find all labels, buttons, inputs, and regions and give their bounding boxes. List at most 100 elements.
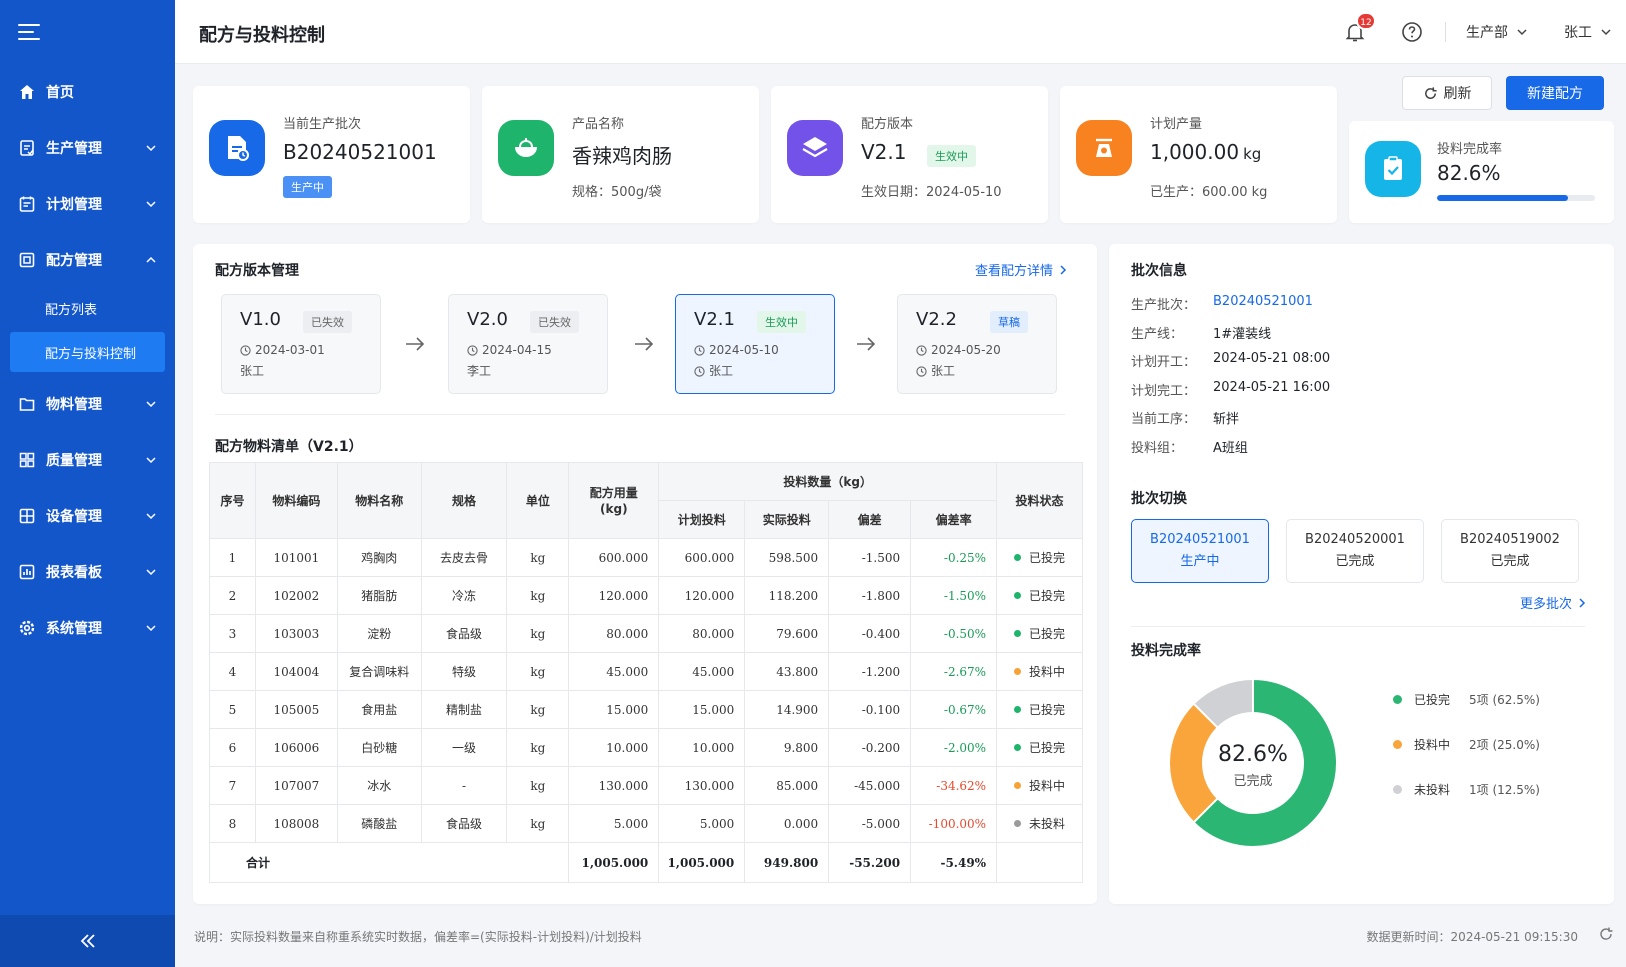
stat-value: 82.6% xyxy=(1437,161,1501,185)
cell-unit: kg xyxy=(506,576,570,615)
sidebar-menu: 首页 生产管理 计划管理 配方管理 xyxy=(0,64,175,288)
sidebar-item-material[interactable]: 物料管理 xyxy=(0,376,175,432)
chevron-down-icon xyxy=(146,457,156,464)
user-name: 张工 xyxy=(1564,25,1592,41)
feed-status: 已投完 xyxy=(1014,739,1065,756)
batch-switch-item[interactable]: B20240519002 已完成 xyxy=(1441,519,1579,583)
chevron-down-icon xyxy=(146,401,156,408)
legend-dot xyxy=(1393,740,1402,749)
legend-value: 1项 (12.5%) xyxy=(1469,783,1540,797)
info-value[interactable]: B20240521001 xyxy=(1213,294,1313,313)
sidebar-item-label: 报表看板 xyxy=(46,565,102,581)
version-author: 李工 xyxy=(467,361,589,381)
cell-dev: -0.200 xyxy=(828,728,912,767)
cell-seq: 2 xyxy=(209,576,256,615)
refresh-button[interactable]: 刷新 xyxy=(1402,76,1492,110)
settings-icon xyxy=(18,619,36,637)
donut-center-value: 82.6% xyxy=(1218,742,1288,767)
sidebar-item-report[interactable]: 报表看板 xyxy=(0,544,175,600)
collapse-sidebar-button[interactable] xyxy=(0,915,175,967)
bom-body: 1 101001 鸡胸肉 去皮去骨 kg 600.000 600.000 598.500 -1.… xyxy=(208,538,1083,883)
section-title: 批次信息 xyxy=(1131,263,1187,279)
sidebar-item-plan[interactable]: 计划管理 xyxy=(0,176,175,232)
sidebar-item-production[interactable]: 生产管理 xyxy=(0,120,175,176)
user-dropdown[interactable]: 张工 xyxy=(1564,22,1612,42)
stat-card-batch: 当前生产批次 B20240521001 生产中 xyxy=(193,86,470,223)
table-row: 4 104004 复合调味料 特级 kg 45.000 45.000 43.800 -1.200… xyxy=(209,652,1083,691)
sidebar-item-system[interactable]: 系统管理 xyxy=(0,600,175,656)
col-seq: 序号 xyxy=(209,462,256,539)
quality-icon xyxy=(18,451,36,469)
more-batches-link[interactable]: 更多批次 xyxy=(1520,593,1586,612)
department-dropdown[interactable]: 生产部 xyxy=(1466,22,1528,42)
version-card-v1-0[interactable]: V1.0 已失效 2024-03-01 张工 xyxy=(221,294,381,394)
cell-planned: 80.000 xyxy=(658,614,746,653)
version-card-v2-0[interactable]: V2.0 已失效 2024-04-15 李工 xyxy=(448,294,608,394)
col-planned: 计划投料 xyxy=(658,500,746,539)
refresh-label: 刷新 xyxy=(1443,86,1472,102)
notification-badge: 12 xyxy=(1356,12,1376,30)
status-badge: 生产中 xyxy=(283,176,332,198)
clipboard-check-icon xyxy=(1365,141,1421,197)
stat-sub: 规格：500g/袋 xyxy=(572,185,662,200)
batch-switch-item[interactable]: B20240520001 已完成 xyxy=(1286,519,1424,583)
info-value: 1#灌装线 xyxy=(1213,326,1272,342)
cell-actual: 9.800 xyxy=(744,728,830,767)
cell-actual: 598.500 xyxy=(744,538,830,577)
document-icon xyxy=(209,120,265,176)
version-card-v2-1[interactable]: V2.1 生效中 2024-05-10 张工 xyxy=(675,294,835,394)
chevron-up-icon xyxy=(146,256,156,263)
batch-info-row: 计划完工： 2024-05-21 16:00 xyxy=(1131,380,1330,399)
cell-dev: -0.400 xyxy=(828,614,912,653)
batch-status: 生产中 xyxy=(1180,554,1220,569)
cell-actual: 118.200 xyxy=(744,576,830,615)
data-update-time: 数据更新时间：2024-05-21 09:15:30 xyxy=(1366,930,1578,944)
info-key: 生产批次： xyxy=(1131,298,1197,313)
cell-unit: kg xyxy=(506,614,570,653)
cell-planned: 5.000 xyxy=(658,804,746,843)
cell-total-label: 合计 xyxy=(208,842,570,883)
cell-seq: 3 xyxy=(209,614,256,653)
version-card-v2-2[interactable]: V2.2 草稿 2024-05-20 张工 xyxy=(897,294,1057,394)
new-recipe-button[interactable]: 新建配方 xyxy=(1506,76,1604,110)
arrow-right-icon xyxy=(635,337,654,351)
notification-button[interactable]: 12 xyxy=(1343,12,1376,44)
help-icon[interactable] xyxy=(1401,21,1423,43)
version-date-text: 2024-05-10 xyxy=(709,343,779,357)
version-author: 张工 xyxy=(694,361,816,381)
cell-actual: 0.000 xyxy=(744,804,830,843)
sidebar-subitem-recipe-list[interactable]: 配方列表 xyxy=(10,288,165,328)
version-date: 2024-05-10 xyxy=(694,340,816,361)
table-row: 6 106006 白砂糖 一级 kg 10.000 10.000 9.800 -0.200 -2.… xyxy=(209,728,1083,767)
info-value: 斩拌 xyxy=(1213,412,1240,427)
cell-seq: 5 xyxy=(209,690,256,729)
batch-switch-item[interactable]: B20240521001 生产中 xyxy=(1131,519,1269,583)
legend-item: 已投完 5项 (62.5%) xyxy=(1393,691,1540,708)
sidebar-item-quality[interactable]: 质量管理 xyxy=(0,432,175,488)
section-divider xyxy=(1131,626,1585,627)
batch-status: 已完成 xyxy=(1490,554,1530,569)
cell-name: 鸡胸肉 xyxy=(336,538,422,577)
version-date-text: 2024-03-01 xyxy=(255,343,325,357)
stat-card-completion: 投料完成率 82.6% xyxy=(1349,121,1614,223)
feed-status: 投料中 xyxy=(1014,777,1065,794)
sidebar-subitem-recipe-feeding[interactable]: 配方与投料控制 xyxy=(10,332,165,372)
col-deviation: 偏差 xyxy=(828,500,912,539)
cell-unit: kg xyxy=(506,804,570,843)
menu-toggle-icon[interactable] xyxy=(18,24,40,40)
refresh-icon[interactable] xyxy=(1598,926,1614,942)
cell-total-rate: -5.49% xyxy=(910,842,998,883)
feed-status: 已投完 xyxy=(1014,701,1065,718)
view-recipe-detail-link[interactable]: 查看配方详情 xyxy=(975,260,1067,279)
header-actions: 12 生产部 张工 xyxy=(1343,0,1626,64)
bom-table: 序号 物料编码 物料名称 规格 单位 配方用量 (kg) 投料数量（kg） 投料… xyxy=(208,462,1083,883)
clock-icon xyxy=(467,345,478,356)
sidebar-item-equipment[interactable]: 设备管理 xyxy=(0,488,175,544)
plan-icon xyxy=(18,195,36,213)
status-dot xyxy=(1014,820,1022,827)
recipe-submenu: 配方列表 配方与投料控制 xyxy=(0,288,175,372)
cell-dev: -1.500 xyxy=(828,538,912,577)
cell-total-actual: 949.800 xyxy=(744,842,830,883)
sidebar-item-home[interactable]: 首页 xyxy=(0,64,175,120)
sidebar-item-recipe[interactable]: 配方管理 xyxy=(0,232,175,288)
